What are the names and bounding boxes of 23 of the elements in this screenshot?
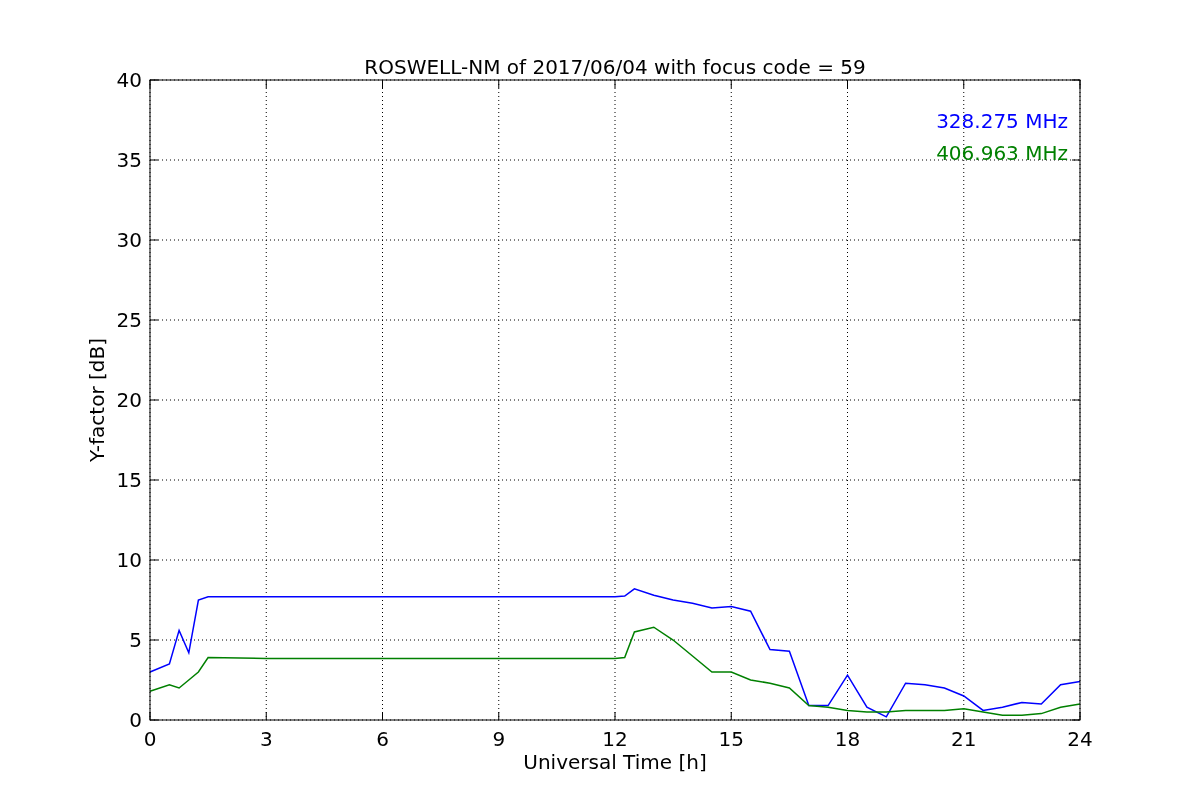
x-axis-label: Universal Time [h] bbox=[523, 750, 707, 774]
legend-label: 328.275 MHz bbox=[936, 109, 1068, 133]
x-tick-label: 3 bbox=[259, 727, 273, 751]
y-tick-label: 35 bbox=[116, 148, 142, 172]
y-tick-label: 0 bbox=[129, 708, 142, 732]
x-tick-label: 18 bbox=[834, 727, 861, 751]
x-tick-label: 12 bbox=[602, 727, 628, 751]
y-tick-label: 15 bbox=[116, 468, 142, 492]
x-tick-label: 0 bbox=[143, 727, 157, 751]
y-axis-label: Y-factor [dB] bbox=[85, 338, 109, 462]
x-tick-label: 9 bbox=[492, 727, 506, 751]
y-tick-label: 10 bbox=[116, 548, 142, 572]
y-tick-label: 30 bbox=[116, 228, 142, 252]
legend-label: 406.963 MHz bbox=[936, 141, 1068, 165]
x-tick-label: 21 bbox=[951, 727, 977, 751]
x-tick-label: 15 bbox=[718, 727, 744, 751]
y-tick-label: 25 bbox=[116, 308, 142, 332]
chart-title: ROSWELL-NM of 2017/06/04 with focus code = 59 bbox=[364, 55, 866, 79]
y-tick-label: 40 bbox=[116, 68, 142, 92]
x-tick-label: 6 bbox=[376, 727, 389, 751]
x-tick-label: 24 bbox=[1067, 727, 1093, 751]
y-tick-label: 5 bbox=[129, 628, 142, 652]
y-tick-label: 20 bbox=[116, 388, 142, 412]
